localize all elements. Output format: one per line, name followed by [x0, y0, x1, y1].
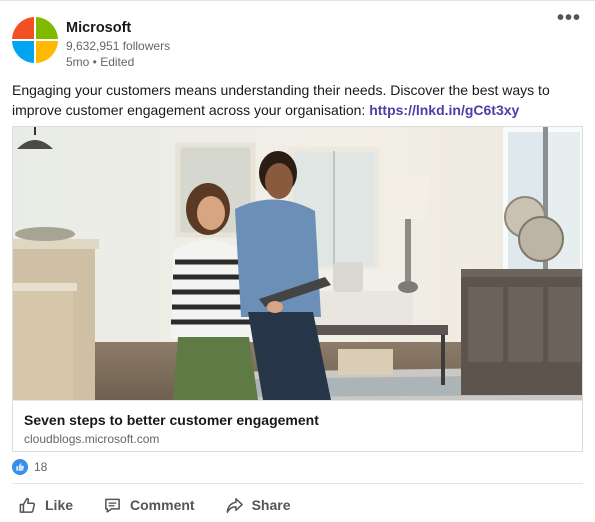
thumbs-up-icon [19, 497, 35, 513]
author-block: Microsoft 9,632,951 followers 5mo • Edit… [66, 19, 170, 70]
article-domain: cloudblogs.microsoft.com [24, 432, 160, 446]
reaction-count: 18 [34, 460, 48, 474]
post-header: Microsoft 9,632,951 followers 5mo • Edit… [12, 8, 582, 70]
like-label: Like [45, 497, 74, 513]
share-icon [226, 497, 243, 513]
post-meta: 5mo • Edited [66, 54, 170, 70]
divider [12, 483, 583, 484]
microsoft-logo[interactable] [12, 17, 58, 63]
article-image[interactable] [13, 127, 583, 400]
like-button[interactable]: Like [10, 491, 81, 519]
article-preview[interactable]: Seven steps to better customer engagemen… [12, 126, 583, 452]
article-title[interactable]: Seven steps to better customer engagemen… [24, 411, 319, 429]
comment-label: Comment [130, 497, 195, 513]
follower-count: 9,632,951 followers [66, 39, 171, 53]
post-text: Engaging your customers means understand… [12, 80, 577, 120]
article-caption[interactable]: Seven steps to better customer engagemen… [13, 400, 582, 451]
share-button[interactable]: Share [217, 491, 299, 519]
like-icon [12, 459, 28, 475]
post-card: Microsoft 9,632,951 followers 5mo • Edit… [0, 0, 595, 522]
comment-button[interactable]: Comment [95, 491, 203, 519]
author-name[interactable]: Microsoft [66, 19, 170, 37]
comment-icon [105, 498, 120, 513]
reaction-summary[interactable]: 18 [12, 459, 47, 475]
more-options-button[interactable]: ••• [556, 8, 582, 31]
post-age: 5mo • Edited [66, 55, 135, 69]
post-link[interactable]: https://lnkd.in/gC6t3xy [369, 102, 519, 118]
share-label: Share [251, 497, 291, 513]
action-bar: Like Comment Share [10, 491, 313, 519]
